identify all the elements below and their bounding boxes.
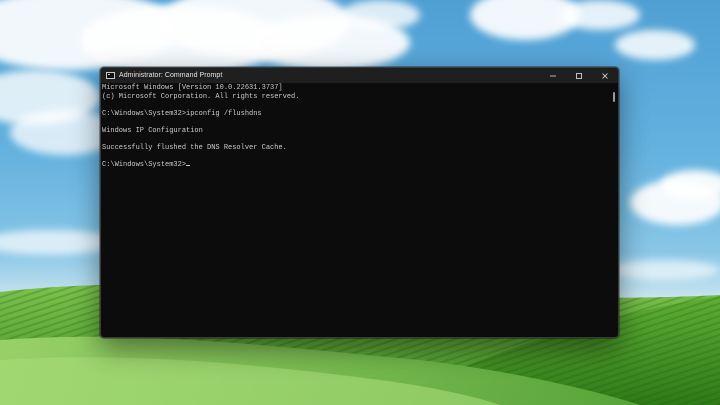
- command-prompt-window[interactable]: Administrator: Command Prompt Microsoft …: [100, 67, 619, 338]
- prompt-text: C:\Windows\System32>: [102, 160, 187, 169]
- window-title: Administrator: Command Prompt: [119, 72, 223, 79]
- console-line: Successfully flushed the DNS Resolver Ca…: [102, 143, 287, 152]
- title-bar[interactable]: Administrator: Command Prompt: [101, 68, 618, 83]
- desktop: Administrator: Command Prompt Microsoft …: [0, 0, 720, 405]
- console-line: Windows IP Configuration: [102, 126, 203, 135]
- minimize-icon: [550, 75, 556, 76]
- scrollbar-thumb[interactable]: [613, 92, 615, 102]
- console-line: (c) Microsoft Corporation. All rights re…: [102, 92, 300, 101]
- console-line: Microsoft Windows [Version 10.0.22631.37…: [102, 84, 283, 92]
- close-button[interactable]: [592, 68, 618, 83]
- console-output[interactable]: Microsoft Windows [Version 10.0.22631.37…: [102, 84, 607, 336]
- maximize-button[interactable]: [566, 68, 592, 83]
- window-controls: [540, 68, 618, 83]
- prompt-line[interactable]: C:\Windows\System32>: [102, 161, 607, 170]
- terminal-icon: [106, 72, 115, 79]
- maximize-icon: [576, 72, 582, 79]
- vertical-scrollbar[interactable]: [612, 86, 616, 334]
- console-line: C:\Windows\System32>ipconfig /flushdns: [102, 109, 262, 118]
- close-icon: [602, 72, 608, 79]
- minimize-button[interactable]: [540, 68, 566, 83]
- text-cursor: [186, 164, 191, 166]
